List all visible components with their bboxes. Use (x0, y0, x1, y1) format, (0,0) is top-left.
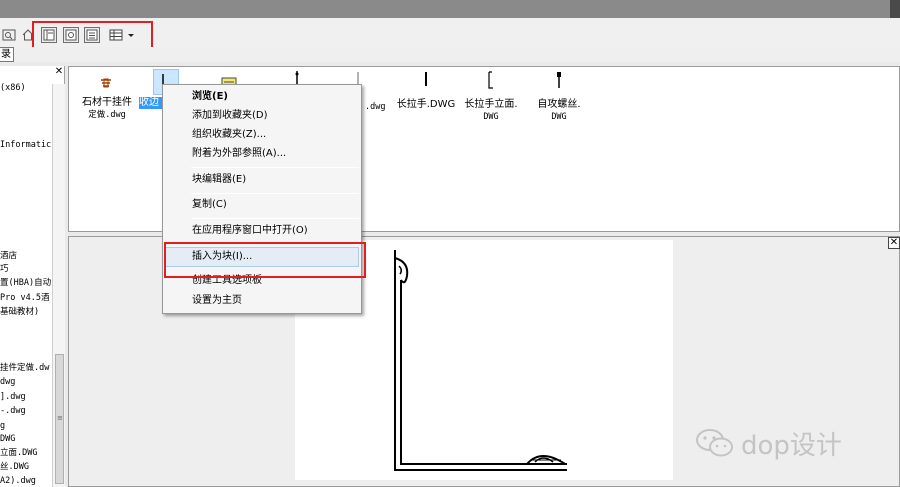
menu-separator (191, 243, 359, 244)
menu-separator (191, 167, 359, 168)
description-toggle-icon[interactable] (84, 27, 100, 43)
item-name: 收边 (139, 97, 163, 109)
tab-history[interactable]: 录 (0, 47, 14, 62)
tree-item[interactable]: A2).dwg (0, 476, 36, 487)
watermark: dop设计 (695, 425, 842, 461)
scrollbar-thumb[interactable]: ≡ (55, 354, 64, 484)
item-name-ext: DWG (551, 112, 567, 122)
wechat-logo-icon (696, 429, 733, 457)
item-name-ext: 定做.dwg (88, 110, 126, 120)
menu-item-organize-favorites[interactable]: 组织收藏夹(Z)... (165, 125, 359, 145)
title-bar-edge (890, 0, 900, 18)
dwg-thumbnail-icon (487, 71, 495, 93)
menu-item-set-as-home[interactable]: 设置为主页 (165, 291, 359, 311)
chevron-down-icon[interactable] (126, 28, 140, 42)
dwg-thumbnail-icon (423, 71, 429, 91)
context-menu: 浏览(E) 添加到收藏夹(D) 组织收藏夹(Z)... 附着为外部参照(A)..… (162, 84, 362, 314)
preview-toggle-icon[interactable] (63, 27, 79, 43)
menu-item-browse[interactable]: 浏览(E) (165, 87, 359, 107)
window-title-bar (0, 0, 900, 18)
tree-item[interactable]: ].dwg (0, 392, 26, 403)
item-name-ext: DWG (483, 112, 499, 122)
menu-item-insert-as-block[interactable]: 插入为块(I)... (165, 247, 359, 267)
dwg-thumbnail-icon (555, 71, 563, 93)
views-icon[interactable] (109, 28, 123, 42)
search-icon[interactable] (2, 28, 16, 42)
menu-item-create-tool-palette[interactable]: 创建工具选项板 (165, 271, 359, 291)
tree-scrollbar[interactable]: ≡ (52, 84, 65, 487)
tree-item[interactable]: 巧 (0, 264, 9, 275)
close-icon[interactable]: ✕ (54, 67, 64, 77)
toolbar (0, 18, 900, 50)
tree-item[interactable]: (x86) (0, 83, 26, 94)
menu-separator (191, 193, 359, 194)
tab-strip: 录 (0, 47, 900, 62)
tree-item[interactable]: -.dwg (0, 406, 26, 417)
item-name: 长拉手.DWG (396, 99, 456, 110)
dwg-thumbnail-icon (99, 77, 113, 93)
item-name: 石材干挂件 (82, 97, 132, 108)
close-icon[interactable]: ✕ (888, 237, 900, 249)
menu-item-add-to-favorites[interactable]: 添加到收藏夹(D) (165, 106, 359, 126)
tree-item[interactable]: 丝.DWG (0, 462, 29, 473)
tree-view-toggle-icon[interactable] (41, 27, 57, 43)
tree-item[interactable]: 置(HBA)自动 (0, 278, 51, 289)
tree-item[interactable]: 挂件定做.dw (0, 363, 49, 374)
menu-separator (191, 218, 359, 219)
tree-item[interactable]: dwg (0, 377, 15, 388)
menu-item-attach-xref[interactable]: 附着为外部参照(A)... (165, 144, 359, 164)
watermark-text: dop设计 (741, 430, 842, 461)
tree-item[interactable]: 立面.DWG (0, 448, 37, 459)
tree-item[interactable]: 酒店 (0, 251, 17, 262)
grip-icon: ≡ (57, 414, 63, 422)
tree-item[interactable]: Informatic (0, 140, 51, 151)
tree-item[interactable]: 基础教材) (0, 307, 39, 318)
tree-item[interactable]: Pro v4.5酒 (0, 293, 49, 304)
item-name: 长拉手立面. (464, 99, 518, 110)
item-name: .dwg (365, 102, 386, 112)
menu-item-open-in-app-window[interactable]: 在应用程序窗口中打开(O) (165, 221, 359, 241)
tree-item[interactable]: g (0, 421, 5, 432)
menu-item-copy[interactable]: 复制(C) (165, 195, 359, 215)
item-name: 自攻螺丝. (537, 99, 581, 110)
home-icon[interactable] (21, 28, 35, 42)
tree-item[interactable]: DWG (0, 434, 15, 445)
menu-item-block-editor[interactable]: 块编辑器(E) (165, 170, 359, 190)
